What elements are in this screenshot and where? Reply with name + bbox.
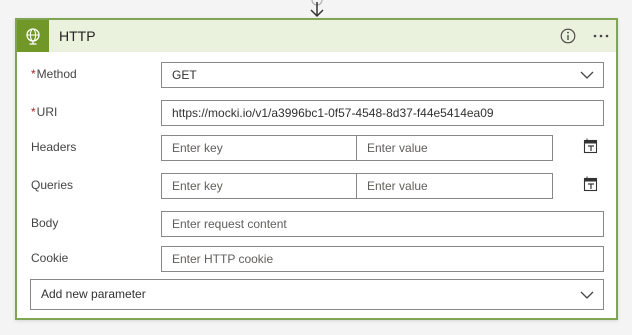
uri-input[interactable]: https://mocki.io/v1/a3996bc1-0f57-4548-8… bbox=[161, 100, 604, 126]
method-label: *Method bbox=[31, 67, 77, 81]
cookie-input[interactable]: Enter HTTP cookie bbox=[161, 246, 604, 272]
body-label: Body bbox=[31, 216, 59, 230]
card-title: HTTP bbox=[59, 28, 96, 44]
body-input[interactable]: Enter request content bbox=[161, 211, 604, 237]
info-icon[interactable] bbox=[560, 28, 576, 44]
queries-value-input[interactable]: Enter value bbox=[356, 173, 553, 199]
add-new-parameter-label: Add new parameter bbox=[41, 287, 146, 301]
headers-key-input[interactable]: Enter key bbox=[161, 135, 357, 161]
cookie-label: Cookie bbox=[31, 251, 69, 265]
body-placeholder: Enter request content bbox=[172, 217, 287, 231]
switch-to-text-mode-icon[interactable] bbox=[583, 138, 599, 154]
required-mark: * bbox=[31, 67, 36, 81]
required-mark: * bbox=[31, 105, 36, 119]
queries-key-placeholder: Enter key bbox=[172, 179, 223, 193]
uri-label-text: URI bbox=[36, 105, 58, 119]
headers-value-placeholder: Enter value bbox=[367, 141, 428, 155]
method-dropdown[interactable]: GET bbox=[161, 62, 604, 88]
uri-value: https://mocki.io/v1/a3996bc1-0f57-4548-8… bbox=[172, 106, 494, 120]
queries-value-placeholder: Enter value bbox=[367, 179, 428, 193]
more-options-icon[interactable] bbox=[591, 26, 611, 46]
flow-connector-arrow-icon bbox=[310, 0, 324, 18]
globe-icon bbox=[17, 20, 49, 52]
headers-value-input[interactable]: Enter value bbox=[356, 135, 553, 161]
headers-key-placeholder: Enter key bbox=[172, 141, 223, 155]
queries-label: Queries bbox=[31, 178, 74, 192]
headers-label: Headers bbox=[31, 140, 77, 154]
http-action-card: HTTP *Method GET *URI https://mocki.io/v… bbox=[15, 18, 618, 320]
switch-to-text-mode-icon[interactable] bbox=[583, 176, 599, 192]
uri-label: *URI bbox=[31, 105, 57, 119]
add-new-parameter-dropdown[interactable]: Add new parameter bbox=[30, 279, 604, 310]
method-label-text: Method bbox=[36, 67, 77, 81]
method-value: GET bbox=[172, 68, 197, 82]
queries-key-input[interactable]: Enter key bbox=[161, 173, 357, 199]
card-header[interactable]: HTTP bbox=[17, 20, 616, 52]
cookie-placeholder: Enter HTTP cookie bbox=[172, 252, 274, 266]
chevron-down-icon bbox=[580, 71, 594, 79]
chevron-down-icon bbox=[580, 291, 594, 299]
